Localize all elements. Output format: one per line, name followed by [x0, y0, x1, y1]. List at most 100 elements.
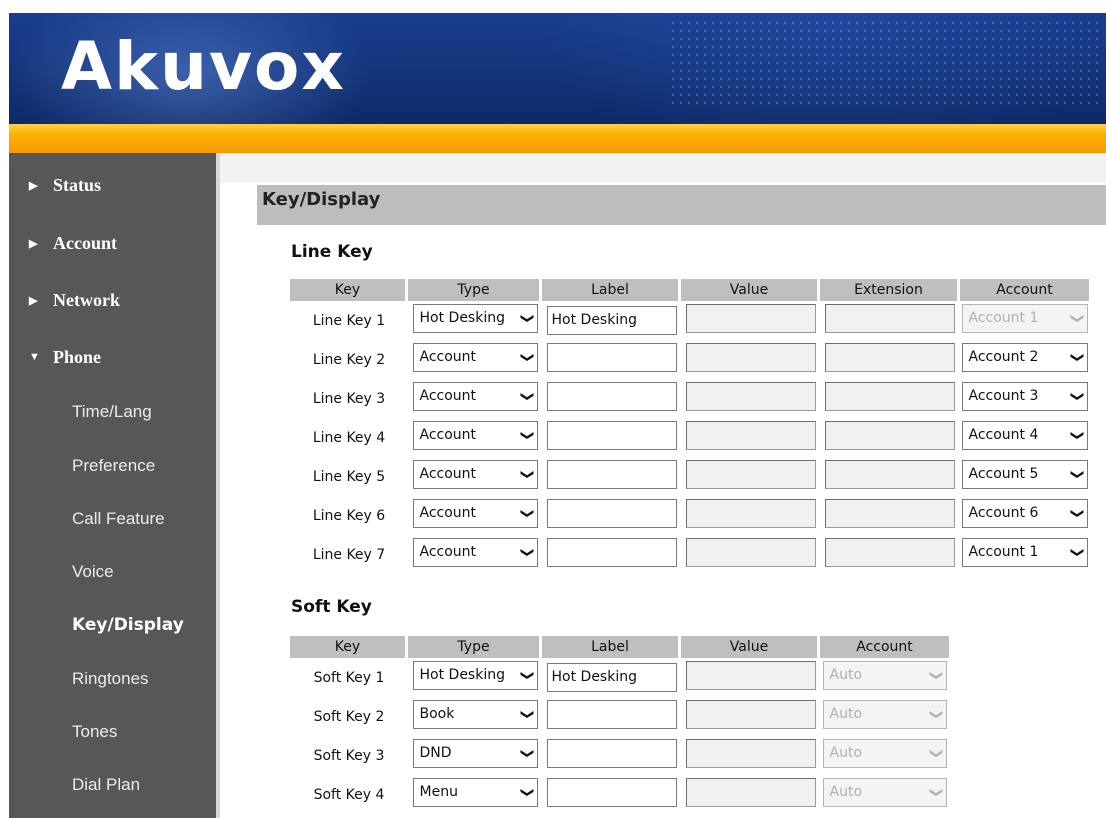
page-title-bar [257, 185, 1106, 225]
label-input[interactable]: Hot Desking [546, 663, 677, 692]
label-input[interactable] [546, 421, 677, 450]
column-header: Account [820, 636, 949, 658]
sidebar-item-tones[interactable]: Tones [72, 722, 117, 742]
sidebar-item-account[interactable]: ▶ Account [9, 231, 216, 271]
key-label: Soft Key 3 [313, 747, 385, 764]
account-select[interactable]: Account 2 ❯ [961, 343, 1088, 372]
select-value: Account [419, 427, 477, 443]
sidebar-item-call-feature[interactable]: Call Feature [72, 509, 165, 529]
main-content: Key/Display Line Key Key Type Label Valu… [220, 153, 1106, 818]
sidebar-item-ringtones[interactable]: Ringtones [72, 669, 149, 689]
sidebar-item-voice[interactable]: Voice [72, 562, 114, 582]
soft-key-table: Key Type Label Value Account Soft Key 1 H… [290, 636, 949, 814]
chevron-down-icon: ❯ [519, 352, 534, 363]
column-header: Type [408, 279, 542, 301]
select-value: Hot Desking [419, 667, 505, 683]
header-banner: Akuvox [9, 13, 1106, 124]
table-row: Line Key 4 Account ❯ Account 4 ❯ [290, 418, 1089, 457]
label-input[interactable]: Hot Desking [546, 306, 677, 335]
chevron-down-icon: ❯ [519, 313, 534, 324]
sidebar-item-phone[interactable]: ▼ Phone [9, 345, 216, 385]
select-value: Auto [829, 667, 863, 683]
key-label: Soft Key 2 [313, 708, 385, 725]
column-header: Label [542, 636, 681, 658]
type-select[interactable]: Book ❯ [412, 700, 538, 729]
account-select: Auto ❯ [822, 700, 947, 729]
select-value: Account 1 [968, 310, 1039, 326]
type-select[interactable]: Account ❯ [412, 421, 538, 450]
value-input [685, 304, 816, 333]
chevron-down-icon: ❯ [519, 469, 534, 480]
label-input[interactable] [546, 460, 677, 489]
sidebar-item-key-display[interactable]: Key/Display [72, 615, 184, 635]
extension-input [825, 460, 955, 489]
type-select[interactable]: Account ❯ [412, 538, 538, 567]
account-select[interactable]: Account 4 ❯ [961, 421, 1088, 450]
key-label: Soft Key 4 [313, 786, 385, 803]
chevron-down-icon: ❯ [519, 508, 534, 519]
chevron-down-icon: ❯ [928, 709, 943, 720]
value-input [685, 700, 816, 729]
type-select[interactable]: Account ❯ [412, 343, 538, 372]
select-value: Account [419, 466, 477, 482]
label-input[interactable] [546, 343, 677, 372]
label-input[interactable] [546, 778, 677, 807]
select-value: Account [419, 544, 477, 560]
select-value: Account 2 [968, 349, 1039, 365]
account-select[interactable]: Account 1 ❯ [961, 538, 1088, 567]
account-select[interactable]: Account 5 ❯ [961, 460, 1088, 489]
chevron-down-icon: ❯ [519, 709, 534, 720]
chevron-down-icon: ❯ [519, 547, 534, 558]
type-select[interactable]: Account ❯ [412, 499, 538, 528]
sidebar-item-label: Status [53, 175, 102, 195]
account-select: Account 1 ❯ [961, 304, 1088, 333]
key-label: Line Key 4 [312, 429, 386, 446]
type-select[interactable]: Account ❯ [412, 382, 538, 411]
sidebar-item-dial-plan[interactable]: Dial Plan [72, 775, 140, 795]
extension-input [825, 382, 955, 411]
table-row: Soft Key 2 Book ❯ Auto ❯ [290, 697, 949, 736]
line-key-table: Key Type Label Value Extension Account L… [290, 279, 1089, 574]
value-input [685, 460, 816, 489]
chevron-down-icon: ❯ [928, 787, 943, 798]
type-select[interactable]: Menu ❯ [412, 778, 538, 807]
extension-input [825, 304, 955, 333]
account-select[interactable]: Account 6 ❯ [961, 499, 1088, 528]
select-value: Account 5 [968, 466, 1039, 482]
type-select[interactable]: Account ❯ [412, 460, 538, 489]
label-input[interactable] [546, 538, 677, 567]
column-header: Label [542, 279, 681, 301]
account-select[interactable]: Account 3 ❯ [961, 382, 1088, 411]
header-dot-pattern [669, 19, 1099, 109]
sidebar-item-network[interactable]: ▶ Network [9, 288, 216, 328]
extension-input [825, 343, 955, 372]
label-input[interactable] [546, 382, 677, 411]
chevron-down-icon: ❯ [519, 670, 534, 681]
sidebar-item-preference[interactable]: Preference [72, 456, 155, 476]
table-row: Line Key 6 Account ❯ Account 6 ❯ [290, 496, 1089, 535]
select-value: Book [419, 706, 455, 722]
table-row: Line Key 5 Account ❯ Account 5 ❯ [290, 457, 1089, 496]
extension-input [825, 421, 955, 450]
type-select[interactable]: Hot Desking ❯ [412, 661, 538, 690]
label-input[interactable] [546, 700, 677, 729]
sidebar-item-label: Account [53, 233, 117, 253]
type-select[interactable]: DND ❯ [412, 739, 538, 768]
column-header: Type [408, 636, 542, 658]
column-header: Value [681, 279, 820, 301]
select-value: Account 1 [968, 544, 1039, 560]
table-row: Soft Key 4 Menu ❯ Auto ❯ [290, 775, 949, 814]
sidebar-item-label: Phone [53, 347, 102, 367]
label-input[interactable] [546, 739, 677, 768]
type-select[interactable]: Hot Desking ❯ [412, 304, 538, 333]
sidebar-item-time-lang[interactable]: Time/Lang [72, 402, 152, 422]
label-input[interactable] [546, 499, 677, 528]
chevron-down-icon: ❯ [1069, 313, 1084, 324]
chevron-down-icon: ❯ [1069, 469, 1084, 480]
sidebar-item-status[interactable]: ▶ Status [9, 173, 216, 213]
table-row: Soft Key 3 DND ❯ Auto ❯ [290, 736, 949, 775]
triangle-down-icon: ▼ [29, 351, 40, 363]
key-label: Line Key 3 [312, 390, 386, 407]
select-value: Account 4 [968, 427, 1039, 443]
select-value: Hot Desking [419, 310, 505, 326]
